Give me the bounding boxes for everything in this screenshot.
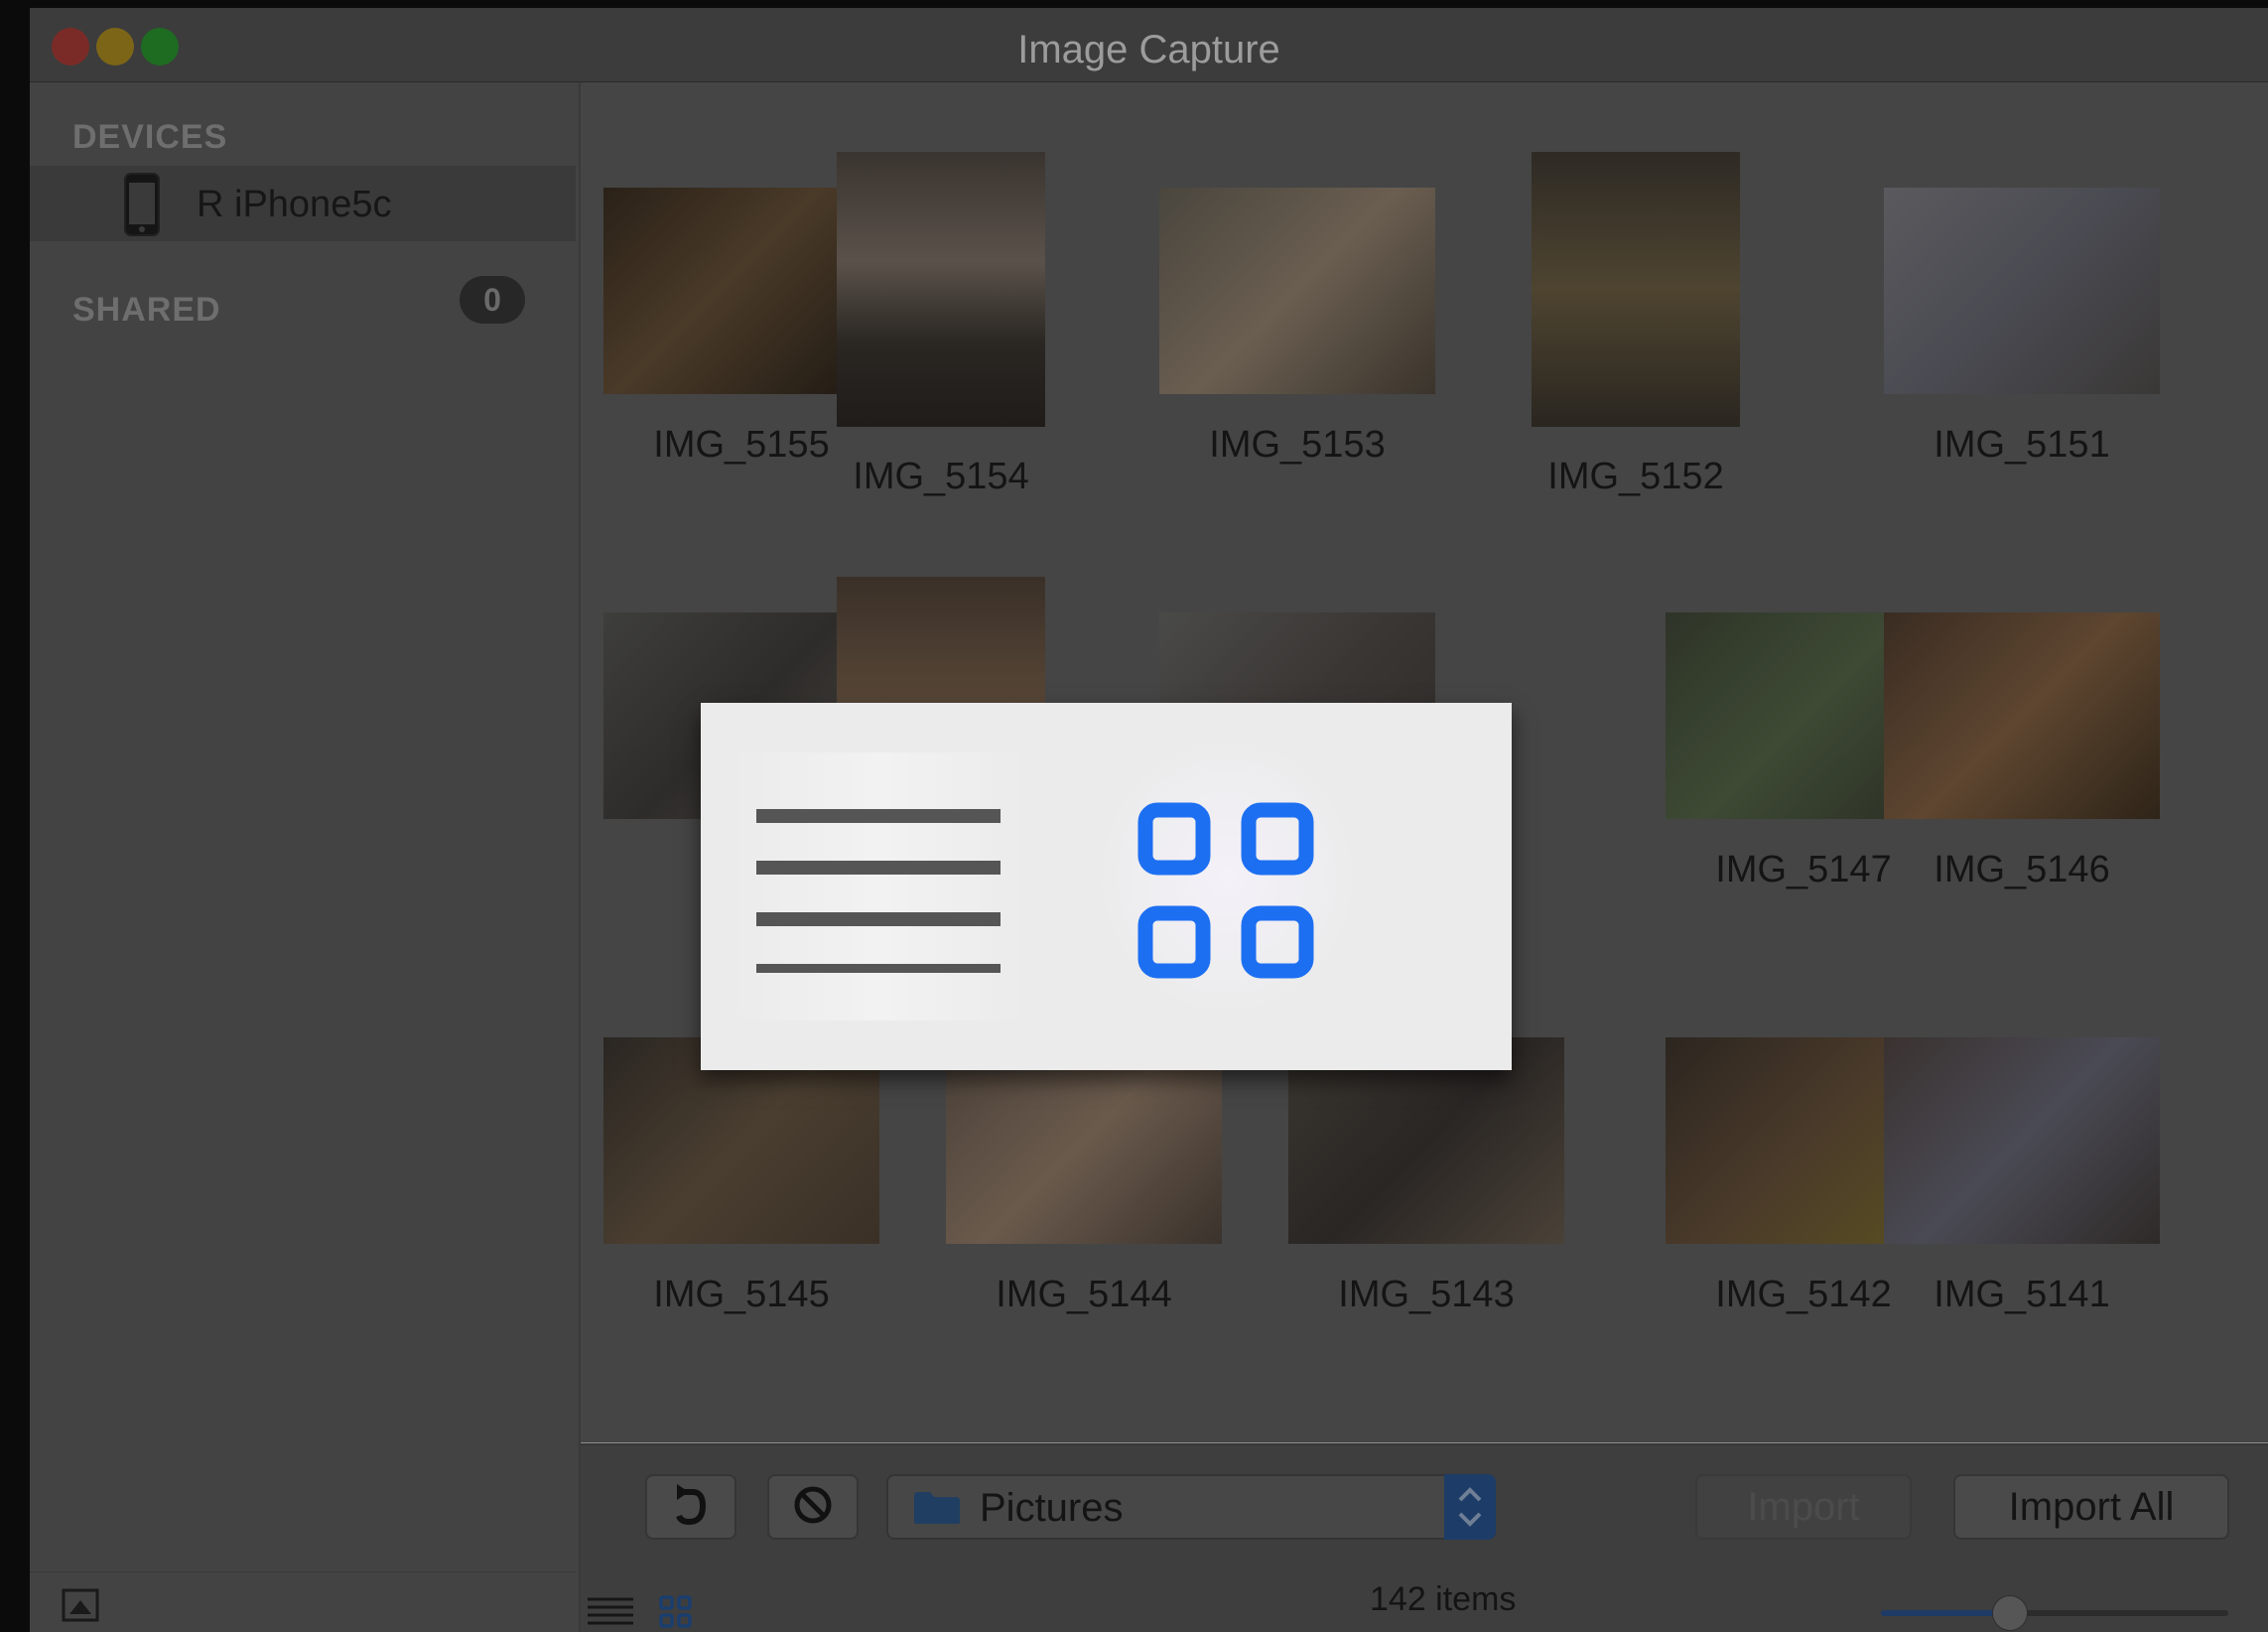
sidebar: DEVICES R iPhone5c SHARED 0: [30, 82, 581, 1632]
folder-icon: [914, 1492, 960, 1524]
slider-fill: [1881, 1610, 2010, 1616]
sidebar-divider: [30, 1571, 576, 1572]
photo-label: IMG_5145: [653, 1274, 830, 1315]
photo-label: IMG_5144: [996, 1274, 1172, 1315]
view-mode-popup: [701, 703, 1512, 1070]
rotate-left-icon: [676, 1484, 707, 1526]
import-destination-select[interactable]: Pictures: [886, 1474, 1496, 1540]
chevron-up-down-icon: [1458, 1487, 1482, 1527]
window-title: Image Capture: [1017, 28, 1280, 71]
photo-label: IMG_5153: [1209, 424, 1386, 466]
photo-label: IMG_5154: [853, 456, 1029, 497]
title-bar: Image Capture: [30, 8, 2268, 82]
items-count: 142 items: [1370, 1580, 1517, 1618]
photo-thumbnail[interactable]: [837, 152, 1045, 427]
list-view-icon: [756, 809, 1001, 973]
rotate-left-button[interactable]: [645, 1474, 736, 1540]
photo-thumbnail[interactable]: [1884, 188, 2160, 394]
photo-label: IMG_5143: [1338, 1274, 1515, 1315]
no-entry-icon: [794, 1486, 832, 1524]
photo-thumbnail[interactable]: [1884, 612, 2160, 819]
device-name: R iPhone5c: [197, 184, 392, 225]
grid-view-option[interactable]: [1093, 733, 1361, 1020]
grid-view-icon[interactable]: [658, 1594, 694, 1630]
photo-label: IMG_5141: [1934, 1274, 2110, 1315]
list-view-icon[interactable]: [586, 1593, 635, 1631]
photo-label: IMG_5146: [1934, 849, 2110, 890]
device-item[interactable]: R iPhone5c: [30, 166, 576, 241]
import-all-button[interactable]: Import All: [1953, 1474, 2229, 1540]
photo-thumbnail[interactable]: [1884, 1037, 2160, 1244]
destination-stepper[interactable]: [1444, 1474, 1496, 1540]
import-destination-label: Pictures: [980, 1486, 1124, 1530]
delete-button[interactable]: [767, 1474, 859, 1540]
import-button[interactable]: Import: [1695, 1474, 1912, 1540]
device-settings-icon[interactable]: [62, 1588, 99, 1622]
thumbnail-size-slider[interactable]: [1881, 1595, 2228, 1631]
photo-thumbnail[interactable]: [1532, 152, 1740, 427]
list-view-option[interactable]: [731, 752, 1028, 1020]
grid-view-icon: [1137, 802, 1314, 979]
shared-count-badge: 0: [460, 276, 525, 324]
photo-label: IMG_5151: [1934, 424, 2110, 466]
slider-knob[interactable]: [1991, 1595, 2028, 1631]
photo-thumbnail[interactable]: [1159, 188, 1435, 394]
devices-header: DEVICES: [72, 118, 228, 156]
photo-label: IMG_5152: [1547, 456, 1724, 497]
shared-header: SHARED: [72, 291, 221, 329]
iphone-icon: [124, 173, 160, 236]
